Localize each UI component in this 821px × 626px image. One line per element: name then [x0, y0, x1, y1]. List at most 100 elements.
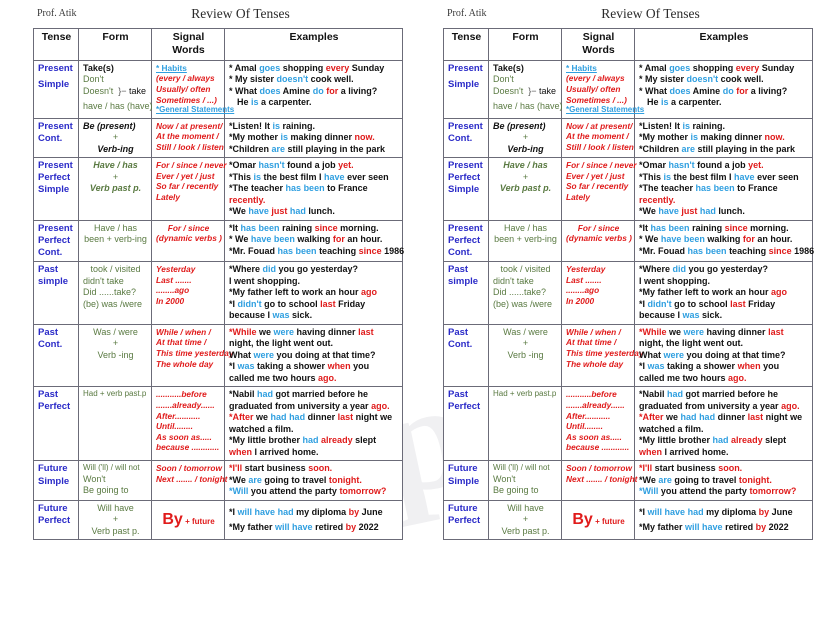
- column-header-examples: Examples: [224, 28, 403, 61]
- cell-tense: Present Perfect Cont.: [33, 219, 79, 263]
- cell-signal-words: Now / at present/ At the moment / Still …: [561, 117, 635, 159]
- column-header-form: Form: [78, 28, 152, 61]
- table-row: Past Cont. Was / were + Verb -ing While …: [33, 323, 403, 388]
- cell-tense: Future Perfect: [443, 499, 489, 541]
- cell-examples: * Amal goes shopping every Sunday * My s…: [634, 59, 813, 119]
- cell-form: Was / were + Verb -ing: [488, 323, 562, 388]
- cell-tense: Future Perfect: [33, 499, 79, 541]
- by-keyword: By: [162, 510, 183, 528]
- cell-form: Have / has been + verb-ing: [78, 219, 152, 263]
- table-row: Future Perfect Will have + Verb past p. …: [33, 499, 403, 541]
- cell-tense: Present Simple: [443, 59, 489, 119]
- cell-form: Will have + Verb past p.: [78, 499, 152, 541]
- table-row: Present Perfect Simple Have / has + Verb…: [33, 157, 403, 221]
- cell-tense: Past Cont.: [33, 323, 79, 388]
- cell-examples: *I will have had my diploma by June *My …: [224, 499, 403, 541]
- cell-form: Will have + Verb past p.: [488, 499, 562, 541]
- cell-examples: *I will have had my diploma by June *My …: [634, 499, 813, 541]
- table-row: Past Perfect Had + verb past.p .........…: [443, 386, 813, 462]
- cell-examples: *Nabil had got married before he graduat…: [224, 386, 403, 462]
- cell-form: Have / has + Verb past p.: [78, 157, 152, 221]
- cell-tense: Present Simple: [33, 59, 79, 119]
- cell-examples: *Nabil had got married before he graduat…: [634, 386, 813, 462]
- cell-examples: *Omar hasn't found a job yet. *This is t…: [634, 157, 813, 221]
- cell-form: took / visited didn't take Did ......tak…: [78, 261, 152, 325]
- cell-form: Take(s) Don't Doesn't }− take have / has…: [78, 59, 153, 119]
- by-keyword: By: [572, 510, 593, 528]
- cell-form: Had + verb past.p: [488, 386, 562, 462]
- column-header-signal-words: Signal Words: [561, 28, 635, 61]
- cell-signal-words: Yesterday Last ....... ........ago In 20…: [151, 261, 225, 325]
- cell-signal-words: While / when / At that time / This time …: [561, 323, 643, 388]
- cell-signal-words: Soon / tomorrow Next ....... / tonight: [151, 460, 227, 501]
- table-row: Present Simple Take(s) Don't Doesn't }− …: [33, 59, 403, 119]
- page-header: Prof. Atik Review Of Tenses: [33, 6, 402, 26]
- cell-form: took / visited didn't take Did ......tak…: [488, 261, 562, 325]
- cell-signal-words: * Habits (every / always Usually/ often …: [151, 59, 234, 119]
- table-row: Past simple took / visited didn't take D…: [443, 261, 813, 325]
- cell-form: Have / has been + verb-ing: [488, 219, 562, 263]
- cell-examples: *I'll start business soon. *We are going…: [634, 460, 813, 501]
- cell-tense: Past Perfect: [33, 386, 79, 462]
- table-header-row: Tense Form Signal Words Examples: [33, 28, 403, 61]
- cell-form: Be (present) + Verb-ing: [488, 117, 562, 159]
- tenses-table: Tense Form Signal Words Examples Present…: [33, 28, 404, 541]
- cell-signal-words: ...........before .......already...... A…: [561, 386, 635, 462]
- worksheet-copy-right: Prof. Atik Review Of Tenses Tense Form S…: [410, 0, 820, 581]
- cell-form: Was / were + Verb -ing: [78, 323, 152, 388]
- table-row: Past Perfect Had + verb past.p .........…: [33, 386, 403, 462]
- cell-tense: Past Perfect: [443, 386, 489, 462]
- cell-tense: Present Cont.: [33, 117, 79, 159]
- column-header-examples: Examples: [634, 28, 813, 61]
- cell-examples: *It has been raining since morning. * We…: [634, 219, 814, 263]
- cell-tense: Past Cont.: [443, 323, 489, 388]
- cell-signal-words: ...........before .......already...... A…: [151, 386, 225, 462]
- cell-tense: Present Perfect Simple: [33, 157, 79, 221]
- worksheet-sheet: slprintab Prof. Atik Review Of Tenses Te…: [0, 0, 821, 581]
- cell-tense: Present Perfect Cont.: [443, 219, 489, 263]
- table-row: Future Perfect Will have + Verb past p. …: [443, 499, 813, 541]
- cell-signal-words: By + future: [151, 499, 225, 541]
- table-row: Present Perfect Cont. Have / has been + …: [443, 219, 814, 263]
- page-title: Review Of Tenses: [191, 6, 290, 21]
- cell-form: Had + verb past.p: [78, 386, 152, 462]
- column-header-tense: Tense: [33, 28, 79, 61]
- cell-signal-words: For / since / never Ever / yet / just So…: [561, 157, 637, 221]
- cell-examples: *While we were having dinner last night,…: [634, 323, 813, 388]
- cell-examples: *Where did you go yesterday? I went shop…: [634, 261, 813, 325]
- cell-form: Take(s) Don't Doesn't }− take have / has…: [488, 59, 563, 119]
- worksheet-copy-left: Prof. Atik Review Of Tenses Tense Form S…: [0, 0, 410, 581]
- cell-examples: *I'll start business soon. *We are going…: [224, 460, 403, 501]
- cell-signal-words: For / since / never Ever / yet / just So…: [151, 157, 227, 221]
- cell-examples: *Omar hasn't found a job yet. *This is t…: [224, 157, 403, 221]
- column-header-tense: Tense: [443, 28, 489, 61]
- table-row: Future Simple Will ('ll) / will not Won'…: [443, 460, 813, 501]
- cell-signal-words: * Habits (every / always Usually/ often …: [561, 59, 644, 119]
- column-header-form: Form: [488, 28, 562, 61]
- column-header-signal-words: Signal Words: [151, 28, 225, 61]
- cell-tense: Present Cont.: [443, 117, 489, 159]
- cell-examples: * Amal goes shopping every Sunday * My s…: [224, 59, 403, 119]
- page-title: Review Of Tenses: [601, 6, 700, 21]
- cell-form: Be (present) + Verb-ing: [78, 117, 152, 159]
- table-row: Present Perfect Simple Have / has + Verb…: [443, 157, 813, 221]
- cell-signal-words: For / since (dynamic verbs ): [561, 219, 635, 263]
- cell-examples: *Listen! It is raining. *My mother is ma…: [634, 117, 813, 159]
- cell-tense: Present Perfect Simple: [443, 157, 489, 221]
- cell-signal-words: Yesterday Last ....... ........ago In 20…: [561, 261, 635, 325]
- cell-examples: *It has been raining since morning. * We…: [224, 219, 404, 263]
- cell-signal-words: By + future: [561, 499, 635, 541]
- cell-examples: *While we were having dinner last night,…: [224, 323, 403, 388]
- cell-signal-words: Soon / tomorrow Next ....... / tonight: [561, 460, 637, 501]
- cell-tense: Past simple: [443, 261, 489, 325]
- table-row: Present Cont. Be (present) + Verb-ing No…: [33, 117, 403, 159]
- table-row: Future Simple Will ('ll) / will not Won'…: [33, 460, 403, 501]
- cell-tense: Future Simple: [33, 460, 79, 501]
- cell-form: Will ('ll) / will not Won't Be going to: [78, 460, 152, 501]
- tenses-table: Tense Form Signal Words Examples Present…: [443, 28, 814, 541]
- table-row: Present Perfect Cont. Have / has been + …: [33, 219, 404, 263]
- table-row: Present Simple Take(s) Don't Doesn't }− …: [443, 59, 813, 119]
- table-header-row: Tense Form Signal Words Examples: [443, 28, 813, 61]
- table-row: Present Cont. Be (present) + Verb-ing No…: [443, 117, 813, 159]
- cell-signal-words: Now / at present/ At the moment / Still …: [151, 117, 225, 159]
